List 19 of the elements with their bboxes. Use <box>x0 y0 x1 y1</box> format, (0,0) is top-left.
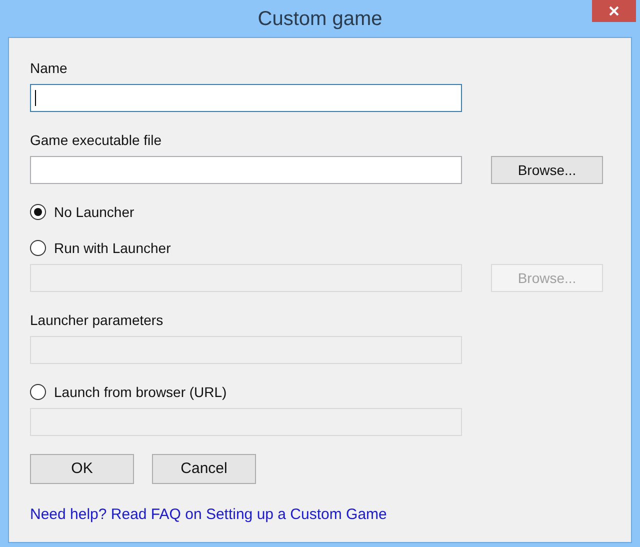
radio-button[interactable] <box>30 240 46 256</box>
window-title: Custom game <box>258 6 382 32</box>
dialog-button[interactable]: Cancel <box>152 454 256 484</box>
radio-label: No Launcher <box>54 202 134 222</box>
radio-button[interactable] <box>30 384 46 400</box>
radio-label: Launch from browser (URL) <box>54 382 227 402</box>
input-field[interactable] <box>30 156 462 184</box>
close-icon <box>609 6 619 16</box>
dialog-button[interactable]: OK <box>30 454 134 484</box>
field-label: Name <box>30 60 68 76</box>
radio-label: Run with Launcher <box>54 238 171 258</box>
field-label: Launcher parameters <box>30 312 164 328</box>
help-link[interactable]: Need help? Read FAQ on Setting up a Custom Game <box>30 504 387 526</box>
input-field[interactable] <box>30 84 462 112</box>
text-cursor <box>35 90 36 106</box>
browse-button[interactable]: Browse... <box>491 156 603 184</box>
field-label: Game executable file <box>30 132 163 148</box>
close-button[interactable] <box>592 0 636 22</box>
radio-button[interactable] <box>30 204 46 220</box>
